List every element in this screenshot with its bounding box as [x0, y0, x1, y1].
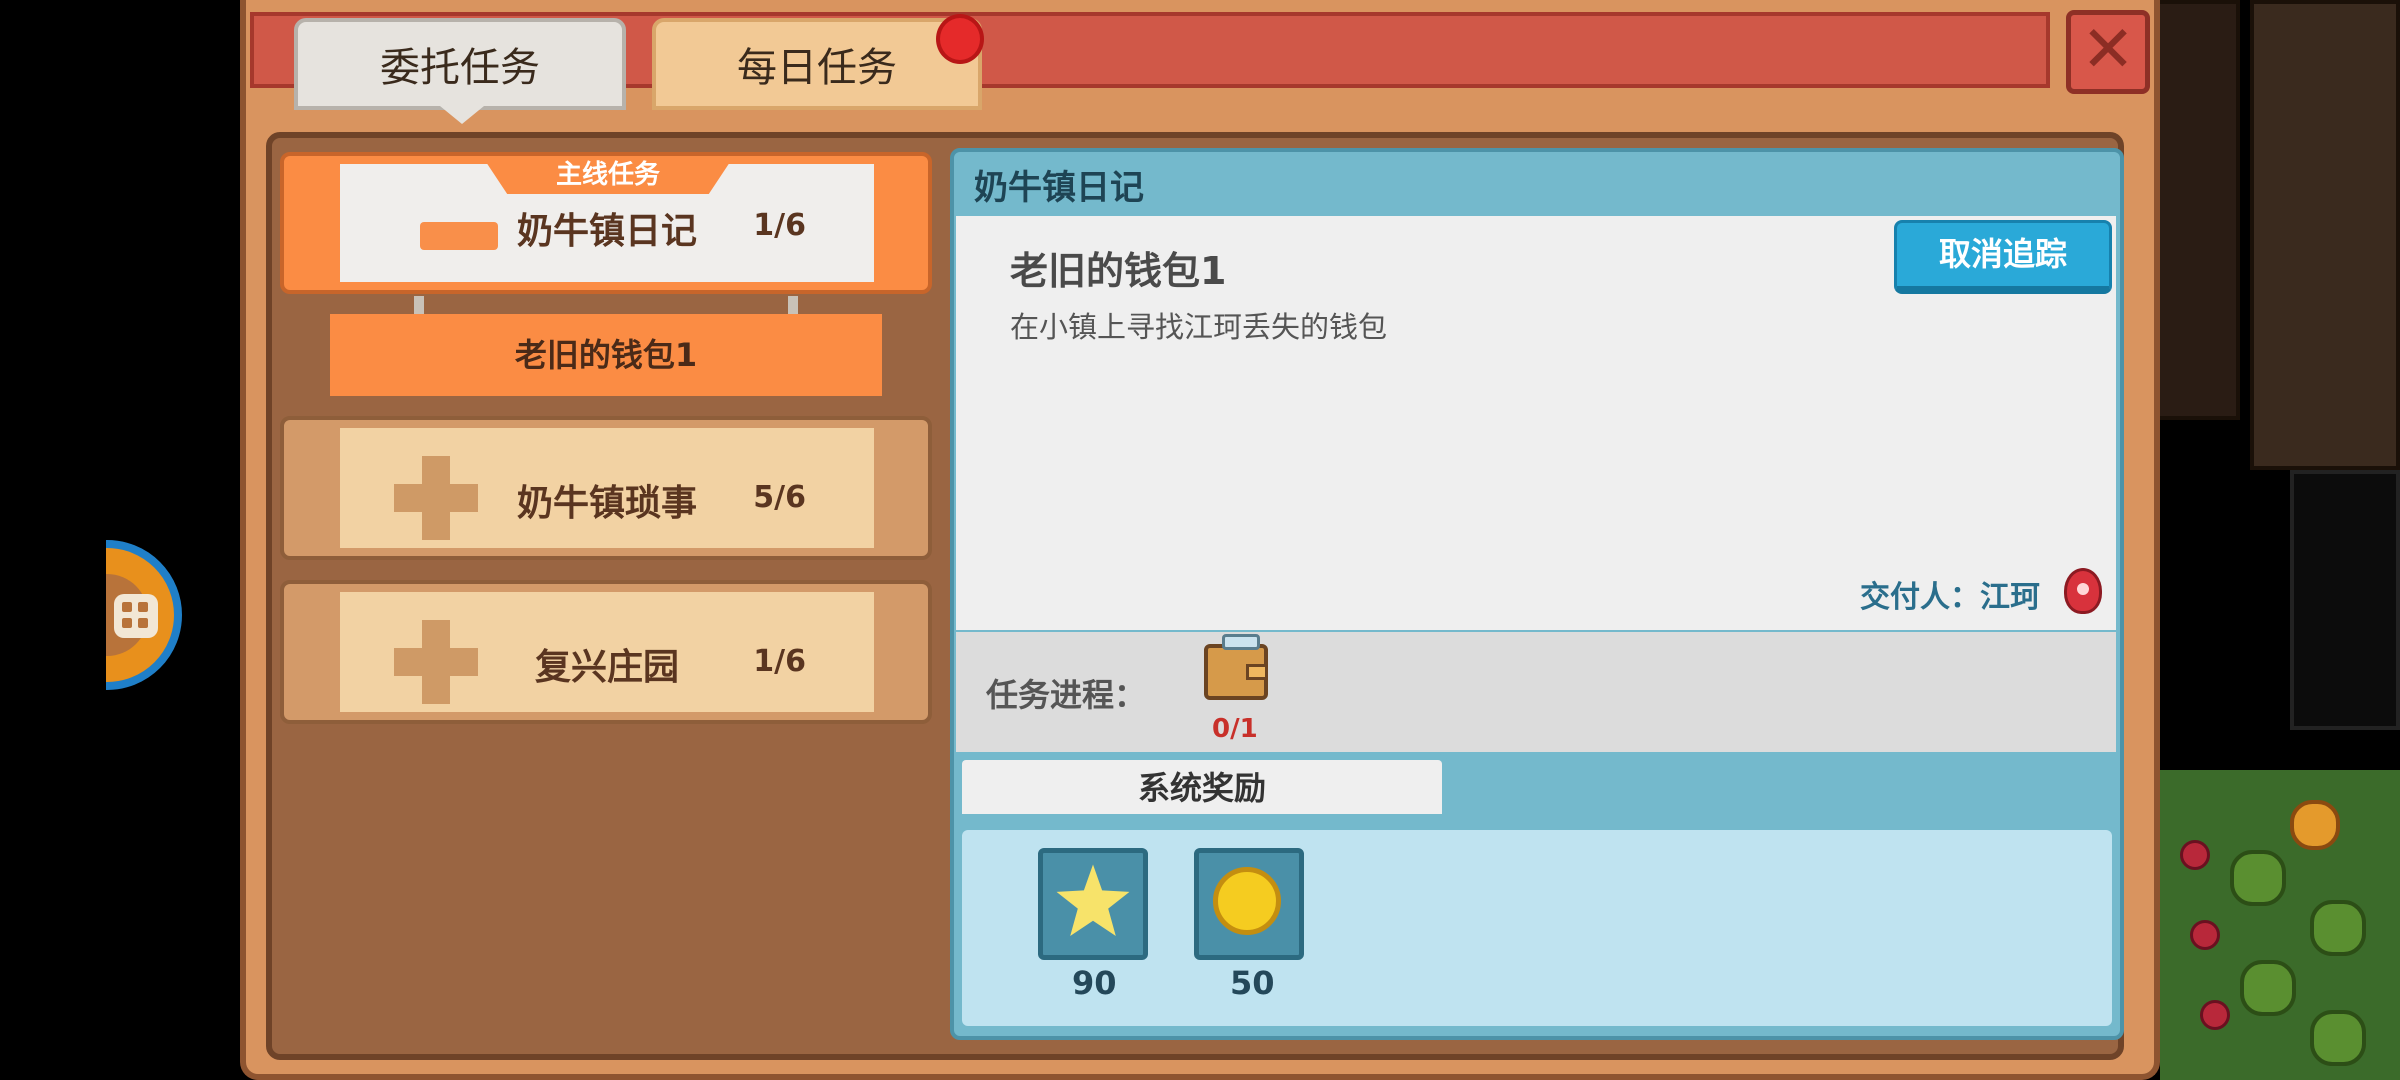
close-button[interactable]: ✕ — [2066, 10, 2150, 94]
reward-slot-star[interactable] — [1038, 848, 1148, 960]
crop-plant — [2310, 1010, 2366, 1066]
building-wall — [2250, 0, 2400, 470]
building-wall — [2290, 470, 2400, 730]
wallet-icon — [1204, 634, 1268, 700]
berry-bush — [2190, 920, 2220, 950]
crop-plant — [2230, 850, 2286, 906]
crop-plant — [2310, 900, 2366, 956]
reward-amount: 50 — [1230, 964, 1275, 1002]
star-icon — [1056, 864, 1130, 936]
progress-count: 0/1 — [1212, 714, 1258, 744]
untrack-button[interactable]: 取消追踪 — [1894, 220, 2112, 294]
floating-menu-button[interactable] — [106, 540, 182, 690]
detail-category-title: 奶牛镇日记 — [974, 168, 1144, 208]
notification-badge — [936, 14, 984, 64]
close-icon: ✕ — [2081, 13, 2135, 87]
connector-post — [788, 296, 798, 316]
quest-category-cow-town-chores[interactable]: 奶牛镇琐事 5/6 — [280, 416, 932, 560]
connector-post — [414, 296, 424, 316]
pumpkin-crop — [2290, 800, 2340, 850]
reward-slot-gold[interactable] — [1194, 848, 1304, 960]
quest-item-old-wallet[interactable]: 老旧的钱包1 — [330, 314, 882, 396]
tab-daily-quests[interactable]: 每日任务 — [652, 18, 982, 110]
gold-coin-icon — [1213, 867, 1281, 935]
gamepad-icon — [114, 594, 158, 638]
reward-amount: 90 — [1072, 964, 1117, 1002]
quest-title: 老旧的钱包1 — [1010, 249, 1227, 293]
berry-bush — [2180, 840, 2210, 870]
quest-category-revive-farm[interactable]: 复兴庄园 1/6 — [280, 580, 932, 724]
tab-commission-quests[interactable]: 委托任务 — [294, 18, 626, 110]
quest-giver-label: 交付人：江珂 — [1860, 580, 2040, 615]
berry-bush — [2200, 1000, 2230, 1030]
game-scene-background — [2140, 0, 2400, 1080]
progress-label: 任务进程： — [986, 676, 1147, 714]
main-quest-tag: 主线任务 — [482, 156, 734, 194]
quest-description: 在小镇上寻找江珂丢失的钱包 — [1010, 310, 1388, 344]
location-pin-icon[interactable] — [2064, 568, 2102, 614]
crop-plant — [2240, 960, 2296, 1016]
building-wall — [2150, 0, 2240, 420]
rewards-tab[interactable]: 系统奖励 — [956, 754, 1448, 814]
